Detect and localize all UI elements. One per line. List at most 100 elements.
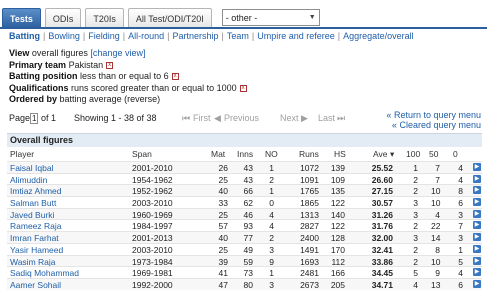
nav-bowling[interactable]: Bowling: [48, 31, 80, 41]
cell-z: 7: [458, 221, 463, 232]
cell-hs: 170: [330, 244, 345, 255]
cell-f: 10: [431, 198, 441, 209]
cell-f: 4: [435, 209, 440, 220]
last-page-link[interactable]: Last: [318, 113, 335, 123]
player-link[interactable]: Wasim Raja: [10, 257, 56, 267]
nav-batting[interactable]: Batting: [9, 31, 40, 41]
player-link[interactable]: Sadiq Mohammad: [10, 268, 79, 278]
table-header-row: Player Span Mat Inns NO Runs HS Ave ▾ 10…: [7, 148, 482, 160]
batting-position-value: less than or equal to 6: [80, 71, 169, 81]
player-link[interactable]: Imran Farhat: [10, 233, 59, 243]
table-row: Javed Burki 1960-1969 25 46 4 1313 140 31.26 3 4 3…: [7, 207, 482, 220]
cell-hs: 166: [330, 268, 345, 279]
first-page-link[interactable]: First: [193, 113, 211, 123]
remove-icon[interactable]: x: [171, 73, 179, 81]
col-hs[interactable]: HS: [334, 149, 346, 159]
cell-runs: 1072: [300, 163, 319, 173]
nav-aggregate[interactable]: Aggregate/overall: [343, 31, 414, 41]
cell-mat: 33: [218, 198, 228, 209]
player-link[interactable]: Faisal Iqbal: [10, 163, 53, 173]
next-page-link[interactable]: Next: [280, 113, 299, 123]
table-row: Imtiaz Ahmed 1952-1962 40 66 1 1765 135 27.15 2 1…: [7, 184, 482, 196]
row-details-arrow-icon[interactable]: ▶: [473, 233, 481, 242]
tab-odis[interactable]: ODIs: [44, 8, 82, 28]
row-details-arrow-icon[interactable]: ▶: [473, 244, 481, 253]
cell-no: 2: [269, 174, 274, 185]
row-details-arrow-icon[interactable]: ▶: [473, 221, 481, 230]
cell-runs: 2827: [300, 221, 319, 232]
cell-span: 1973-1984: [132, 256, 173, 267]
cell-f: 14: [431, 233, 441, 244]
cell-z: 3: [458, 209, 463, 220]
row-details-arrow-icon[interactable]: ▶: [473, 174, 481, 183]
cleared-query-link[interactable]: Cleared query menu: [399, 120, 481, 130]
cell-span: 2003-2010: [132, 198, 173, 209]
col-mat[interactable]: Mat: [211, 149, 225, 159]
cell-inns: 80: [243, 279, 253, 290]
cell-ave: 34.71: [371, 279, 393, 290]
cell-mat: 25: [218, 209, 228, 220]
nav-team[interactable]: Team: [227, 31, 249, 41]
col-0[interactable]: 0: [453, 149, 458, 159]
row-details-arrow-icon[interactable]: ▶: [473, 209, 481, 218]
cell-span: 2003-2010: [132, 244, 173, 255]
cell-inns: 46: [243, 209, 253, 220]
previous-page-link[interactable]: Previous: [224, 113, 259, 123]
player-link[interactable]: Imtiaz Ahmed: [10, 186, 62, 196]
col-ave[interactable]: Ave: [373, 149, 388, 159]
col-player[interactable]: Player: [10, 149, 34, 159]
col-runs[interactable]: Runs: [299, 149, 319, 159]
col-50[interactable]: 50: [429, 149, 438, 159]
tab-t20is[interactable]: T20Is: [85, 8, 124, 28]
cell-runs: 2400: [300, 233, 319, 244]
col-no[interactable]: NO: [265, 149, 278, 159]
col-100[interactable]: 100: [406, 149, 420, 159]
cell-f: 22: [431, 221, 441, 232]
row-details-arrow-icon[interactable]: ▶: [473, 186, 481, 195]
cell-no: 3: [269, 279, 274, 290]
row-details-arrow-icon[interactable]: ▶: [473, 198, 481, 207]
cell-span: 1954-1962: [132, 174, 173, 185]
player-link[interactable]: Alimuddin: [10, 175, 47, 185]
row-details-arrow-icon[interactable]: ▶: [473, 279, 481, 288]
player-link[interactable]: Salman Butt: [10, 198, 56, 208]
cell-h: 3: [413, 233, 418, 244]
nav-umpire-referee[interactable]: Umpire and referee: [257, 31, 335, 41]
player-link[interactable]: Rameez Raja: [10, 221, 62, 231]
player-link[interactable]: Yasir Hameed: [10, 245, 63, 255]
player-link[interactable]: Javed Burki: [10, 210, 54, 220]
cell-mat: 57: [218, 221, 228, 232]
nav-fielding[interactable]: Fielding: [88, 31, 120, 41]
page-number-select[interactable]: 1: [30, 113, 39, 124]
cell-z: 4: [458, 174, 463, 185]
nav-partnership[interactable]: Partnership: [172, 31, 218, 41]
prev-page-icon: ◀: [214, 113, 221, 123]
qualifications-label: Qualifications: [9, 82, 69, 93]
player-link[interactable]: Aamer Sohail: [10, 280, 61, 290]
cell-h: 2: [413, 221, 418, 232]
nav-all-round[interactable]: All-round: [128, 31, 164, 41]
tab-underline: [0, 27, 487, 29]
row-details-arrow-icon[interactable]: ▶: [473, 268, 481, 277]
cell-hs: 112: [331, 256, 345, 267]
remove-icon[interactable]: x: [106, 61, 114, 69]
showing-count: Showing 1 - 38 of 38: [74, 113, 157, 123]
cell-ave: 27.15: [371, 186, 393, 197]
table-row: Yasir Hameed 2003-2010 25 49 3 1491 170 32.41 2 8…: [7, 242, 482, 255]
col-inns[interactable]: Inns: [237, 149, 253, 159]
cell-h: 4: [413, 279, 418, 290]
view-label: View: [9, 48, 30, 58]
other-format-select[interactable]: - other - ▼: [221, 9, 320, 26]
tab-all-formats[interactable]: All Test/ODI/T20I: [127, 8, 212, 28]
col-span[interactable]: Span: [132, 149, 152, 159]
cell-mat: 41: [218, 268, 228, 279]
cell-runs: 1865: [300, 198, 319, 209]
tab-tests[interactable]: Tests: [2, 8, 41, 28]
row-details-arrow-icon[interactable]: ▶: [473, 256, 481, 265]
return-to-query-link[interactable]: Return to query menu: [394, 110, 481, 120]
cell-span: 1969-1981: [132, 268, 173, 279]
remove-icon[interactable]: x: [239, 84, 247, 92]
row-details-arrow-icon[interactable]: ▶: [473, 163, 481, 171]
table-row: Aamer Sohail 1992-2000 47 80 3 2673 205 34.71 4 1…: [7, 277, 482, 290]
change-view-link[interactable]: [change view]: [90, 48, 145, 58]
